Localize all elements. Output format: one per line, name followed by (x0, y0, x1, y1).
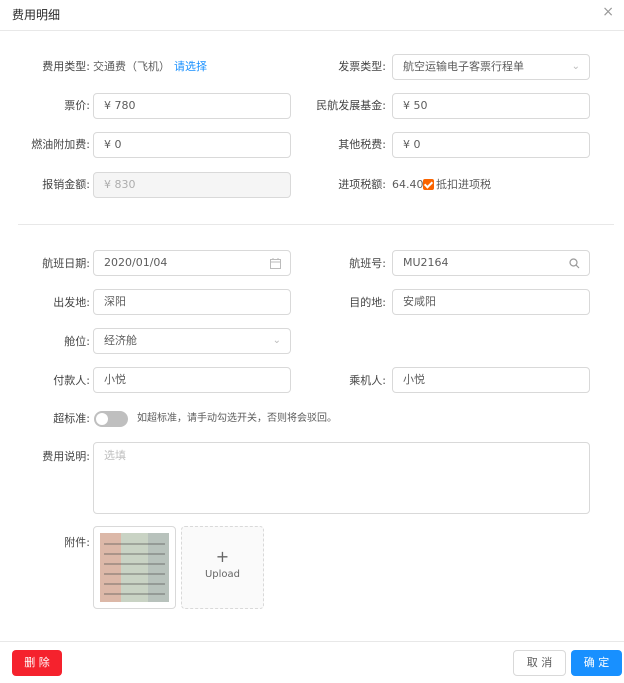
cabin-label: 舱位: (64, 335, 90, 348)
other-tax-label: 其他税费: (338, 138, 386, 151)
reimburse-amount-input: ¥ 830 (93, 172, 291, 198)
civil-fund-label: 民航发展基金: (316, 99, 386, 112)
attachment-label: 附件: (64, 536, 90, 549)
cabin-select[interactable]: 经济舱 ⌄ (93, 328, 291, 354)
fare-input[interactable]: ¥ 780 (93, 93, 291, 119)
departure-label: 出发地: (53, 296, 90, 309)
description-textarea[interactable]: 选填 (93, 442, 590, 514)
toggle-knob (96, 413, 108, 425)
close-icon[interactable]: × (602, 4, 614, 20)
destination-label: 目的地: (349, 296, 386, 309)
attachment-thumbnail[interactable] (93, 526, 176, 609)
footer-divider (0, 641, 624, 642)
ticket-image (100, 533, 169, 602)
invoice-type-select[interactable]: 航空运输电子客票行程单 ⌄ (392, 54, 590, 80)
over-standard-label: 超标准: (53, 412, 90, 425)
fare-label: 票价: (64, 99, 90, 112)
flight-no-input[interactable]: MU2164 (392, 250, 590, 276)
flight-no-value: MU2164 (403, 256, 449, 269)
cancel-button[interactable]: 取 消 (513, 650, 566, 676)
chevron-down-icon: ⌄ (571, 61, 580, 72)
description-label: 费用说明: (42, 450, 90, 463)
flight-date-picker[interactable]: 2020/01/04 (93, 250, 291, 276)
search-icon[interactable] (569, 251, 580, 275)
civil-fund-input[interactable]: ¥ 50 (392, 93, 590, 119)
departure-input[interactable]: 深阳 (93, 289, 291, 315)
expense-type-value: 交通费（飞机） (93, 60, 170, 73)
invoice-type-label: 发票类型: (338, 60, 386, 73)
destination-input[interactable]: 安咸阳 (392, 289, 590, 315)
flight-date-value: 2020/01/04 (104, 256, 168, 269)
reimburse-amount-label: 报销金额: (42, 178, 90, 191)
cabin-value: 经济舱 (104, 334, 137, 347)
chevron-down-icon: ⌄ (272, 335, 281, 346)
payer-input[interactable]: 小悦 (93, 367, 291, 393)
upload-label: Upload (204, 569, 241, 580)
calendar-icon (270, 251, 281, 275)
other-tax-input[interactable]: ¥ 0 (392, 132, 590, 158)
flight-no-label: 航班号: (349, 257, 386, 270)
upload-button[interactable]: + Upload (181, 526, 264, 609)
deduct-tax-label: 抵扣进项税 (436, 178, 491, 191)
over-standard-toggle[interactable] (94, 411, 128, 427)
payer-label: 付款人: (53, 374, 90, 387)
expense-type-select-link[interactable]: 请选择 (174, 60, 207, 74)
delete-button[interactable]: 删 除 (12, 650, 62, 676)
over-standard-hint: 如超标准，请手动勾选开关，否则将会驳回。 (137, 413, 337, 424)
invoice-type-value: 航空运输电子客票行程单 (403, 60, 524, 73)
plus-icon: + (215, 547, 230, 566)
flight-date-label: 航班日期: (42, 257, 90, 270)
input-tax-value: 64.40 (392, 178, 424, 191)
fuel-surcharge-label: 燃油附加费: (31, 138, 90, 151)
input-tax-label: 进项税额: (338, 178, 386, 191)
deduct-tax-checkbox[interactable] (423, 179, 434, 190)
section-divider (18, 224, 614, 225)
modal-header: 费用明细 × (0, 0, 624, 31)
fuel-surcharge-input[interactable]: ¥ 0 (93, 132, 291, 158)
modal-title: 费用明细 (12, 8, 61, 22)
passenger-input[interactable]: 小悦 (392, 367, 590, 393)
confirm-button[interactable]: 确 定 (571, 650, 622, 676)
expense-type-label: 费用类型: (42, 60, 90, 73)
passenger-label: 乘机人: (349, 374, 386, 387)
description-placeholder: 选填 (104, 449, 126, 462)
